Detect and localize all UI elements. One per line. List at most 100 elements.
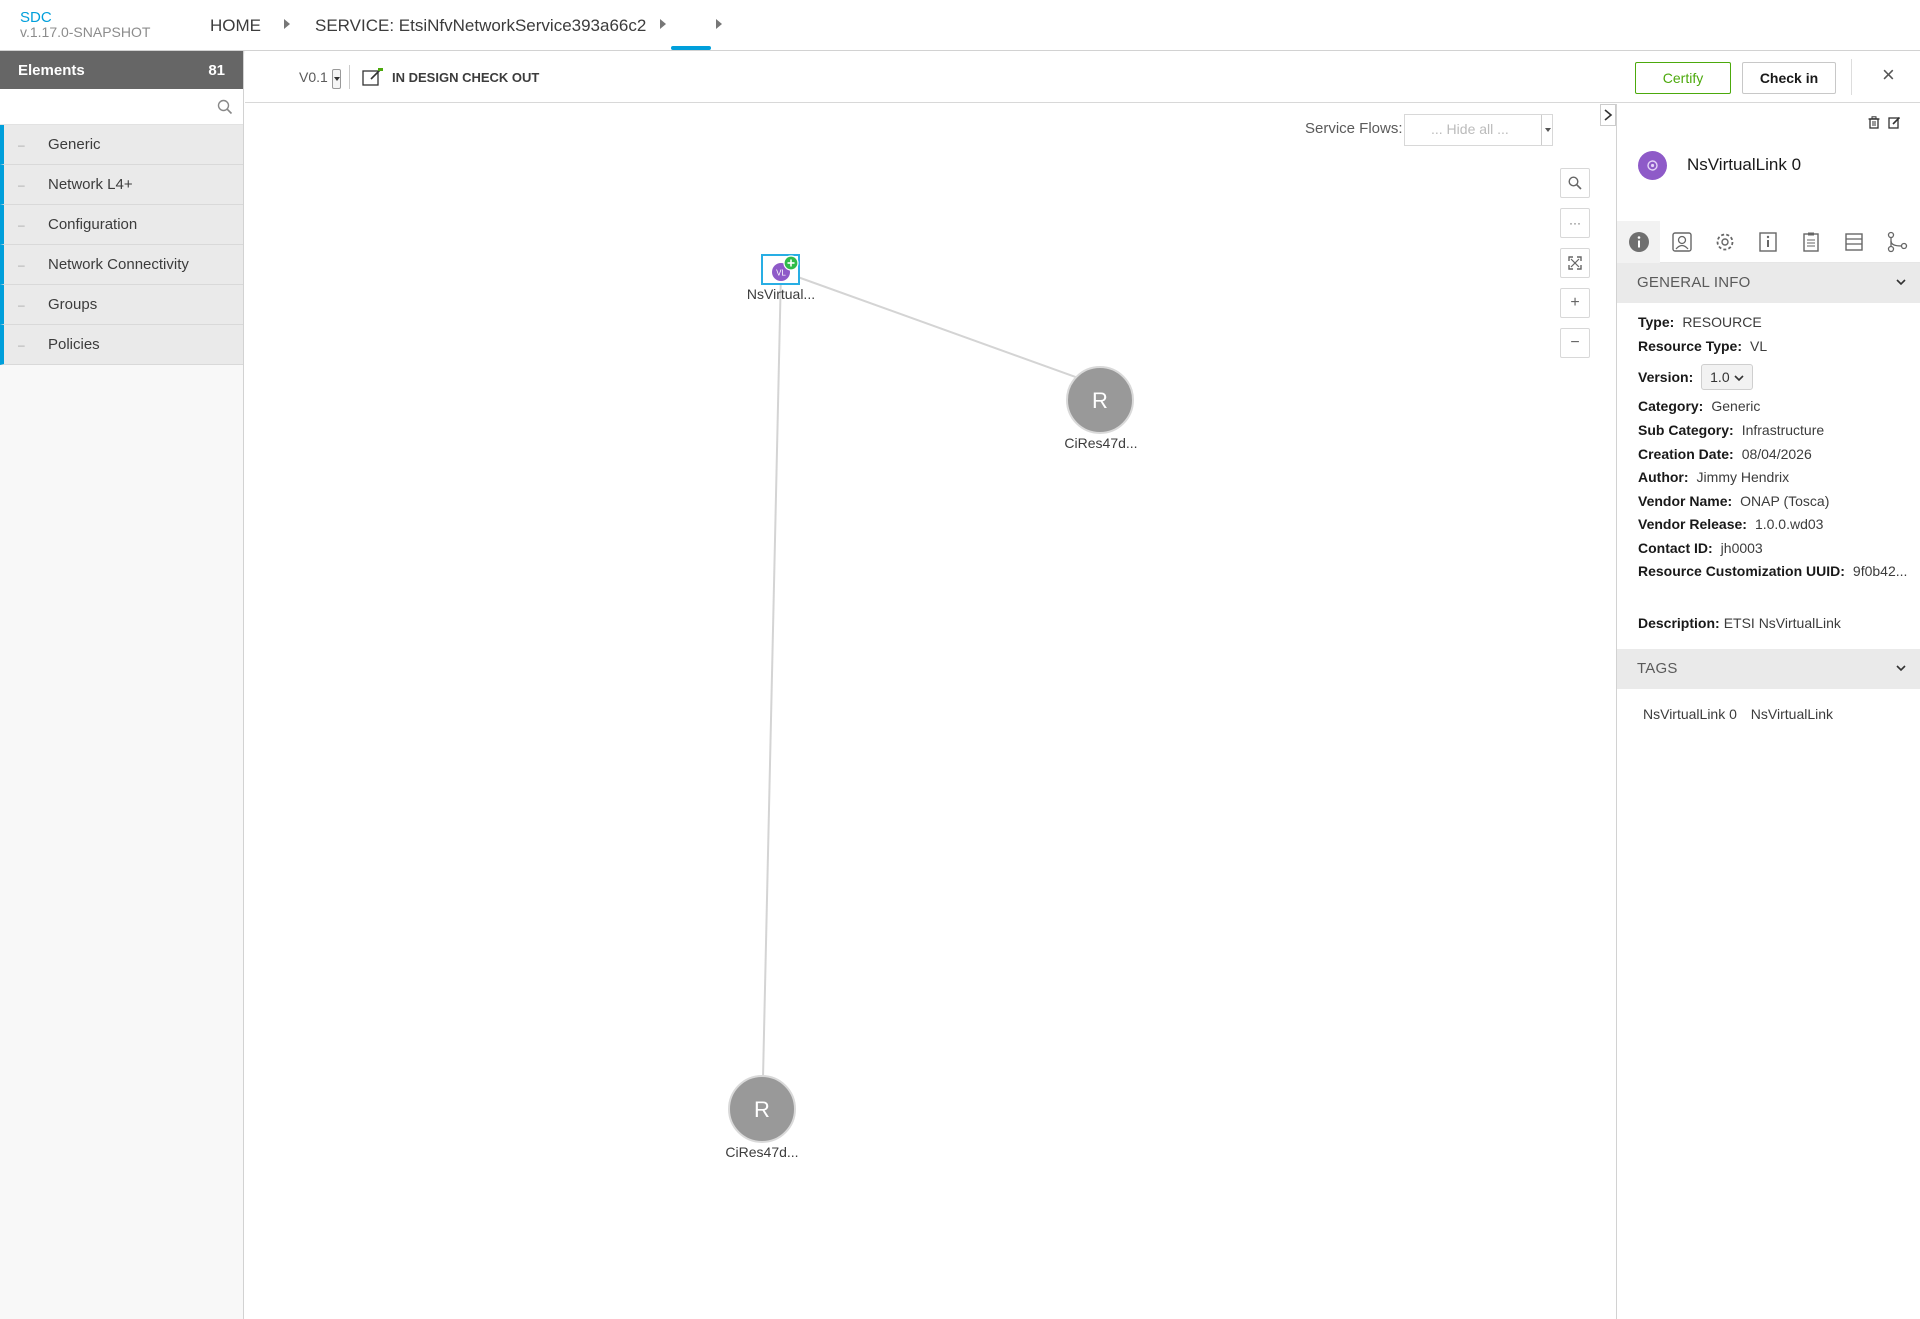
- clipboard-icon: [1802, 232, 1819, 252]
- workspace-toolbar: V0.1 IN DESIGN CHECK OUT Certify Check i…: [245, 51, 1920, 103]
- relation-link[interactable]: [780, 270, 1096, 385]
- tab-information-artifacts[interactable]: [1746, 221, 1789, 263]
- breadcrumb-home[interactable]: HOME: [210, 16, 261, 36]
- breadcrumb-arrow-icon: [284, 19, 290, 29]
- group-label: Network L4+: [48, 176, 133, 193]
- certify-button[interactable]: Certify: [1635, 62, 1731, 94]
- brand[interactable]: SDC v.1.17.0-SNAPSHOT: [20, 10, 150, 40]
- node-resource-2[interactable]: R: [728, 1075, 796, 1143]
- info-author: Author: Jimmy Hendrix: [1638, 469, 1790, 485]
- tab-relations[interactable]: [1875, 221, 1918, 263]
- elements-palette: Elements 81 – Generic – Network L4+ – Confi…: [0, 51, 244, 1319]
- general-info-header[interactable]: GENERAL INFO: [1617, 263, 1920, 303]
- node-label[interactable]: CiRes47d...: [725, 1144, 798, 1160]
- group-label: Policies: [48, 336, 100, 353]
- tab-api[interactable]: [1789, 221, 1832, 263]
- info-sub-category: Sub Category: Infrastructure: [1638, 422, 1825, 438]
- palette-group-network-connectivity[interactable]: – Network Connectivity: [0, 245, 243, 285]
- palette-group-configuration[interactable]: – Configuration: [0, 205, 243, 245]
- info-icon: [1628, 232, 1649, 252]
- checkout-state-icon: [362, 68, 383, 86]
- group-label: Network Connectivity: [48, 256, 189, 273]
- collapse-dash-icon: –: [18, 217, 25, 232]
- palette-header: Elements 81: [0, 51, 243, 89]
- node-nsvirtuallink[interactable]: VL: [761, 254, 800, 285]
- brand-version: v.1.17.0-SNAPSHOT: [20, 24, 151, 40]
- palette-search-input[interactable]: [0, 89, 243, 124]
- info-contact-id: Contact ID: jh0003: [1638, 540, 1763, 556]
- group-label: Generic: [48, 136, 101, 153]
- breadcrumb-active-indicator: [671, 46, 711, 50]
- check-in-button[interactable]: Check in: [1742, 62, 1836, 94]
- info-creation-date: Creation Date: 08/04/2026: [1638, 446, 1812, 462]
- toolbar-divider: [1851, 59, 1852, 95]
- node-label[interactable]: NsVirtual...: [747, 286, 815, 302]
- relation-icon: [1887, 231, 1907, 253]
- trash-icon[interactable]: [1868, 116, 1880, 129]
- panel-actions: [1868, 116, 1900, 129]
- chevron-down-icon: [1896, 665, 1906, 672]
- info-description: Description: ETSI NsVirtualLink: [1638, 615, 1841, 631]
- palette-group-groups[interactable]: – Groups: [0, 285, 243, 325]
- tab-general-info[interactable]: [1617, 221, 1660, 263]
- tab-deployment-artifacts[interactable]: [1660, 221, 1703, 263]
- info-customization-uuid: Resource Customization UUID: 9f0b42...: [1638, 563, 1908, 579]
- node-label[interactable]: CiRes47d...: [1064, 435, 1137, 451]
- palette-count: 81: [208, 61, 225, 79]
- stack-icon: [1844, 233, 1863, 251]
- breadcrumb-arrow-icon[interactable]: [716, 19, 722, 29]
- tags-title: TAGS: [1637, 660, 1678, 677]
- palette-group-policies[interactable]: – Policies: [0, 325, 243, 365]
- top-header: SDC v.1.17.0-SNAPSHOT HOME SERVICE: Etsi…: [0, 0, 1920, 51]
- component-title: NsVirtualLink 0: [1687, 155, 1802, 174]
- node-glyph: R: [754, 1097, 770, 1122]
- collapse-dash-icon: –: [18, 137, 25, 152]
- tags-list: NsVirtualLink 0 NsVirtualLink: [1643, 706, 1833, 722]
- version-dropdown-icon[interactable]: [332, 69, 341, 89]
- info-version: Version: 1.0: [1638, 364, 1753, 390]
- user-icon: [1671, 232, 1692, 252]
- toolbar-divider: [349, 65, 350, 89]
- search-icon[interactable]: [217, 99, 233, 115]
- general-info-title: GENERAL INFO: [1637, 274, 1751, 291]
- palette-group-generic[interactable]: – Generic: [0, 125, 243, 165]
- tag: NsVirtualLink 0: [1643, 706, 1737, 722]
- node-resource-1[interactable]: R: [1066, 366, 1134, 434]
- breadcrumb-service[interactable]: SERVICE: EtsiNfvNetworkService393a66c2: [315, 16, 646, 36]
- breadcrumb-arrow-icon[interactable]: [660, 19, 666, 29]
- details-panel: NsVirtualLink 0 GENERAL INFO Type: RESOU…: [1616, 104, 1920, 1319]
- tab-properties[interactable]: [1703, 221, 1746, 263]
- info-type: Type: RESOURCE: [1638, 314, 1762, 330]
- palette-title: Elements: [18, 61, 85, 79]
- palette-group-network-l4[interactable]: – Network L4+: [0, 165, 243, 205]
- palette-search: [0, 89, 243, 125]
- relation-link[interactable]: [762, 270, 782, 1079]
- info-vendor-name: Vendor Name: ONAP (Tosca): [1638, 493, 1830, 509]
- gear-icon: [1716, 233, 1733, 251]
- group-label: Groups: [48, 296, 98, 313]
- node-glyph: R: [1092, 388, 1108, 413]
- composition-canvas[interactable]: Service Flows: ... Hide all ... ··· + −: [245, 104, 1616, 1319]
- tab-composition[interactable]: [1832, 221, 1875, 263]
- brand-name: SDC: [20, 9, 52, 26]
- node-badge: VL: [776, 269, 786, 278]
- info-resource-type: Resource Type: VL: [1638, 338, 1768, 354]
- group-label: Configuration: [48, 216, 138, 233]
- chevron-down-icon: [1733, 375, 1744, 382]
- info-category: Category: Generic: [1638, 398, 1761, 414]
- collapse-dash-icon: –: [18, 177, 25, 192]
- chevron-down-icon: [1896, 279, 1906, 286]
- collapse-dash-icon: –: [18, 337, 25, 352]
- collapse-dash-icon: –: [18, 297, 25, 312]
- composition-graph: VL R R: [728, 254, 1134, 1143]
- info-square-icon: [1758, 232, 1777, 252]
- tags-header[interactable]: TAGS: [1617, 649, 1920, 689]
- vl-component-icon: [1638, 151, 1667, 180]
- close-icon[interactable]: ×: [1882, 64, 1895, 86]
- lifecycle-state: IN DESIGN CHECK OUT: [392, 70, 540, 85]
- version-dropdown[interactable]: 1.0: [1701, 364, 1753, 390]
- version-select[interactable]: V0.1: [299, 69, 328, 85]
- edit-icon[interactable]: [1888, 116, 1900, 129]
- collapse-dash-icon: –: [18, 257, 25, 272]
- info-vendor-release: Vendor Release: 1.0.0.wd03: [1638, 516, 1824, 532]
